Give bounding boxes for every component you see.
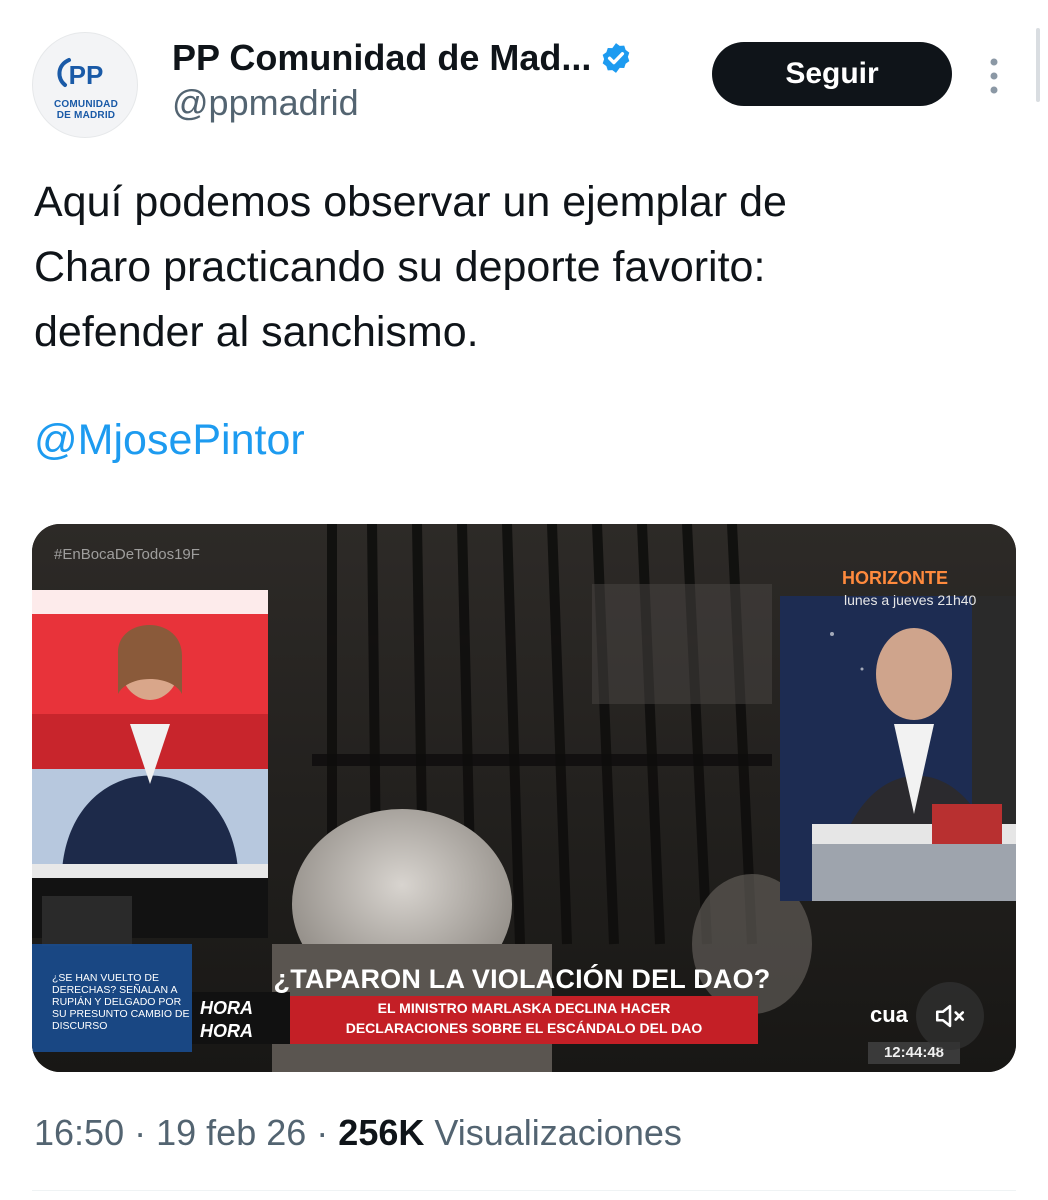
name-row: PP Comunidad de Mad... [172,36,633,80]
video-player[interactable]: #EnBocaDeTodos19F HORIZONTE lunes a juev… [32,524,1016,1072]
mention-link[interactable]: @MjosePintor [34,416,305,465]
tweet-text: Aquí podemos observar un ejemplar de Cha… [34,170,994,365]
tweet-meta: 16:50 · 19 feb 26 · 256K Visualizaciones [34,1112,682,1154]
follow-button[interactable]: Seguir [712,42,952,106]
avatar[interactable]: PP COMUNIDAD DE MADRID [32,32,138,138]
avatar-caption: COMUNIDAD DE MADRID [33,99,137,121]
views-label[interactable]: Visualizaciones [434,1112,681,1153]
mute-button[interactable] [916,982,984,1050]
news-headline: ¿TAPARON LA VIOLACIÓN DEL DAO? [273,964,771,994]
program-name: HORIZONTE [842,568,948,588]
volume-muted-icon [935,1004,965,1028]
views-count[interactable]: 256K [338,1112,424,1153]
verified-badge-icon [603,43,630,73]
hora-label: HORA [200,998,253,1018]
more-vertical-icon[interactable] [982,56,1006,96]
program-schedule: lunes a jueves 21h40 [844,592,977,608]
tweet-text-line: Aquí podemos observar un ejemplar de [34,178,787,226]
subheadline-line1: EL MINISTRO MARLASKA DECLINA HACER [377,1000,671,1016]
avatar-caption-line1: COMUNIDAD [53,99,119,110]
channel-logo: cua [870,1002,908,1027]
divider [32,1190,1016,1191]
avatar-caption-line2: DE MADRID [56,110,116,121]
user-handle[interactable]: @ppmadrid [172,82,359,124]
scroll-edge [1036,28,1040,102]
display-name[interactable]: PP Comunidad de Mad... [172,37,591,79]
pp-logo-icon: PP [57,58,104,90]
overlay-hashtag: #EnBocaDeTodos19F [54,546,200,563]
tweet-text-line: Charo practicando su deporte favorito: [34,243,766,291]
tweet-date[interactable]: 19 feb 26 [156,1112,306,1153]
news-ticker: ¿SE HAN VUELTO DE DERECHAS? SEÑALAN A RU… [52,972,190,1032]
pp-logo-text: PP [69,60,104,90]
news-subheadline: EL MINISTRO MARLASKA DECLINA HACER DECLA… [290,996,758,1042]
meta-separator: · [134,1112,147,1153]
hora-label: HORA [200,1021,253,1041]
tweet-time[interactable]: 16:50 [34,1112,124,1153]
tweet-text-line: defender al sanchismo. [34,308,479,356]
subheadline-line2: DECLARACIONES SOBRE EL ESCÁNDALO DEL DAO [345,1020,703,1036]
meta-separator: · [316,1112,329,1153]
